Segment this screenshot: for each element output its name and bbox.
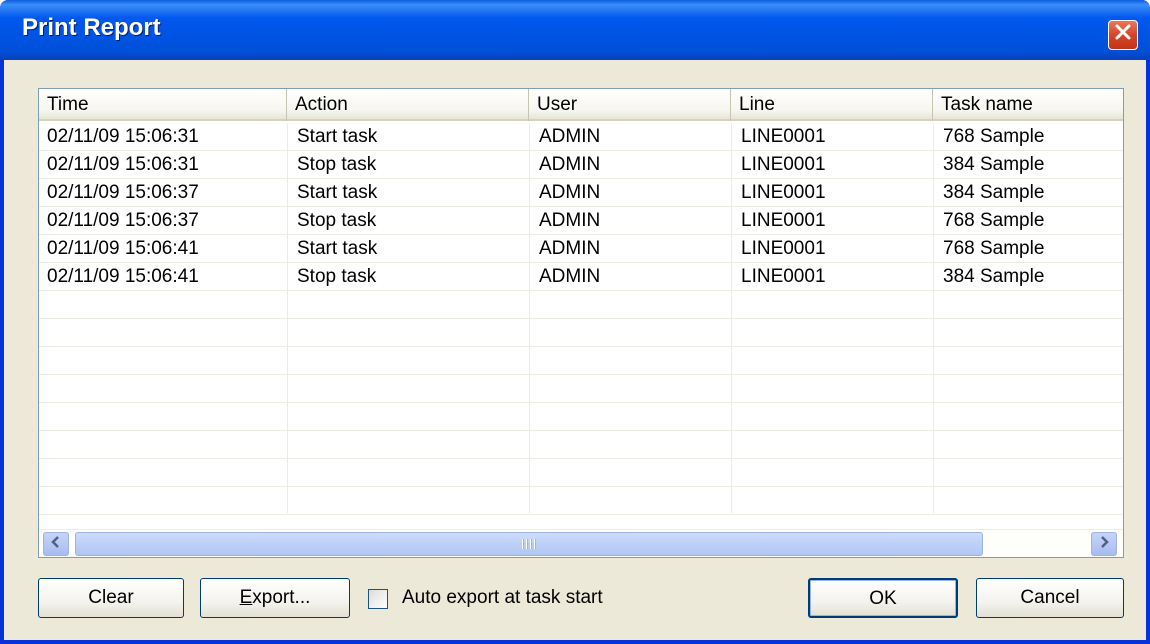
cell-line: LINE0001 bbox=[741, 154, 826, 175]
horizontal-scrollbar[interactable] bbox=[39, 529, 1123, 557]
empty-row bbox=[39, 291, 1123, 319]
auto-export-label[interactable]: Auto export at task start bbox=[402, 587, 603, 609]
cell-action: Stop task bbox=[297, 210, 377, 231]
export-button[interactable]: Export... bbox=[200, 578, 350, 618]
cell-task-name: 768 Sample bbox=[943, 126, 1045, 147]
cell-task-name: 384 Sample bbox=[943, 182, 1045, 203]
table-row[interactable]: 02/11/09 15:06:31 Start task ADMIN LINE0… bbox=[39, 123, 1123, 151]
empty-row bbox=[39, 319, 1123, 347]
empty-row bbox=[39, 403, 1123, 431]
title-bar[interactable]: Print Report bbox=[0, 0, 1150, 60]
list-header: Time Action User Line Task name bbox=[39, 89, 1123, 121]
window-border-bottom bbox=[0, 640, 1150, 644]
empty-row bbox=[39, 487, 1123, 515]
clear-button-label: Clear bbox=[88, 587, 134, 608]
print-report-dialog: Print Report Time Action User Line Task … bbox=[0, 0, 1150, 644]
table-row[interactable]: 02/11/09 15:06:37 Stop task ADMIN LINE00… bbox=[39, 207, 1123, 235]
column-header-line[interactable]: Line bbox=[731, 89, 933, 121]
ok-button-label: OK bbox=[869, 588, 897, 609]
empty-row bbox=[39, 459, 1123, 487]
empty-row bbox=[39, 431, 1123, 459]
arrow-right-icon bbox=[1098, 533, 1110, 555]
cell-task-name: 768 Sample bbox=[943, 210, 1045, 231]
clear-button[interactable]: Clear bbox=[38, 578, 184, 618]
cell-task-name: 768 Sample bbox=[943, 238, 1045, 259]
cell-time: 02/11/09 15:06:31 bbox=[47, 154, 199, 175]
report-list[interactable]: Time Action User Line Task name 02/11/09… bbox=[38, 88, 1124, 558]
cell-line: LINE0001 bbox=[741, 182, 826, 203]
cell-time: 02/11/09 15:06:37 bbox=[47, 182, 199, 203]
cell-action: Stop task bbox=[297, 266, 377, 287]
scroll-thumb[interactable] bbox=[75, 532, 983, 556]
export-mnemonic: E bbox=[239, 587, 253, 608]
cell-line: LINE0001 bbox=[741, 266, 826, 287]
cell-action: Start task bbox=[297, 238, 378, 259]
cell-user: ADMIN bbox=[539, 210, 601, 231]
cell-user: ADMIN bbox=[539, 266, 601, 287]
cell-user: ADMIN bbox=[539, 238, 601, 259]
column-header-action[interactable]: Action bbox=[287, 89, 529, 121]
column-header-user[interactable]: User bbox=[529, 89, 731, 121]
dialog-body: Time Action User Line Task name 02/11/09… bbox=[4, 60, 1146, 640]
cell-user: ADMIN bbox=[539, 182, 601, 203]
column-header-task-name[interactable]: Task name bbox=[933, 89, 1123, 121]
close-icon bbox=[1114, 23, 1132, 47]
cell-time: 02/11/09 15:06:41 bbox=[47, 266, 199, 287]
cell-task-name: 384 Sample bbox=[943, 266, 1045, 287]
column-header-time[interactable]: Time bbox=[39, 89, 287, 121]
empty-row bbox=[39, 375, 1123, 403]
cell-task-name: 384 Sample bbox=[943, 154, 1045, 175]
cancel-button-label: Cancel bbox=[1020, 587, 1080, 608]
ok-button[interactable]: OK bbox=[808, 578, 958, 618]
cell-line: LINE0001 bbox=[741, 210, 826, 231]
cell-line: LINE0001 bbox=[741, 238, 826, 259]
window-title: Print Report bbox=[22, 14, 161, 41]
cell-line: LINE0001 bbox=[741, 126, 826, 147]
cell-time: 02/11/09 15:06:41 bbox=[47, 238, 199, 259]
cell-action: Start task bbox=[297, 182, 378, 203]
cell-user: ADMIN bbox=[539, 154, 601, 175]
cell-action: Stop task bbox=[297, 154, 377, 175]
scroll-right-button[interactable] bbox=[1091, 532, 1117, 556]
table-row[interactable]: 02/11/09 15:06:37 Start task ADMIN LINE0… bbox=[39, 179, 1123, 207]
cell-time: 02/11/09 15:06:37 bbox=[47, 210, 199, 231]
scroll-left-button[interactable] bbox=[43, 532, 69, 556]
table-row[interactable]: 02/11/09 15:06:41 Start task ADMIN LINE0… bbox=[39, 235, 1123, 263]
close-button[interactable] bbox=[1108, 20, 1138, 50]
cancel-button[interactable]: Cancel bbox=[976, 578, 1124, 618]
window-border-right bbox=[1146, 60, 1150, 644]
grip-icon bbox=[522, 539, 536, 549]
arrow-left-icon bbox=[50, 533, 62, 555]
table-row[interactable]: 02/11/09 15:06:41 Stop task ADMIN LINE00… bbox=[39, 263, 1123, 291]
table-row[interactable]: 02/11/09 15:06:31 Stop task ADMIN LINE00… bbox=[39, 151, 1123, 179]
cell-time: 02/11/09 15:06:31 bbox=[47, 126, 199, 147]
empty-row bbox=[39, 347, 1123, 375]
export-button-label: Export... bbox=[240, 587, 311, 608]
auto-export-checkbox[interactable] bbox=[368, 589, 388, 609]
cell-action: Start task bbox=[297, 126, 378, 147]
export-label-rest: xport... bbox=[252, 587, 311, 608]
cell-user: ADMIN bbox=[539, 126, 601, 147]
